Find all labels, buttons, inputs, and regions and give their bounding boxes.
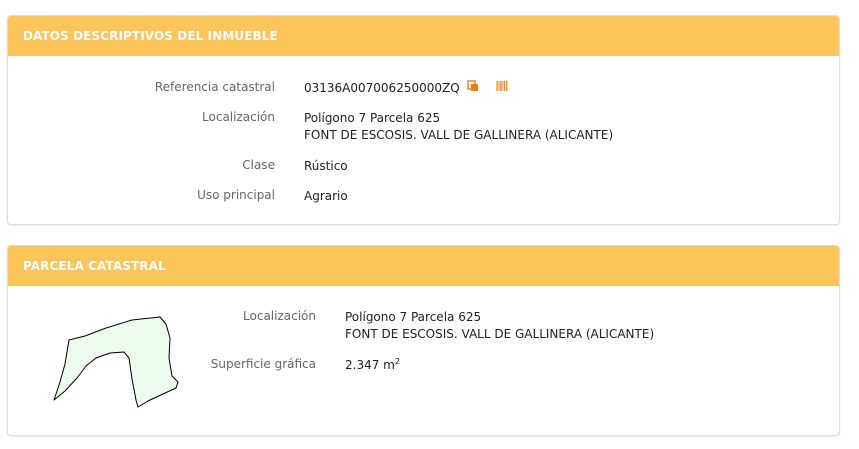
location-line-2: FONT DE ESCOSIS. VALL DE GALLINERA (ALIC… [304,128,614,142]
cadastral-parcel-panel: PARCELA CATASTRAL Localización Polígono … [7,245,840,436]
graphic-surface-exponent: 2 [394,357,400,366]
cadastral-reference-label: Referencia catastral [154,80,275,94]
cadastral-reference-value-group: 03136A007006250000ZQ [304,80,508,97]
main-use-value: Agrario [304,189,348,203]
descriptive-data-panel: DATOS DESCRIPTIVOS DEL INMUEBLE Referenc… [7,15,840,225]
class-value: Rústico [304,159,348,173]
parcel-location-line-1: Polígono 7 Parcela 625 [345,310,482,324]
parcel-location-line-2: FONT DE ESCOSIS. VALL DE GALLINERA (ALIC… [345,327,655,341]
descriptive-data-header: DATOS DESCRIPTIVOS DEL INMUEBLE [8,16,839,56]
location-value: Polígono 7 Parcela 625 FONT DE ESCOSIS. … [304,110,613,144]
graphic-surface-label: Superficie gráfica [210,357,316,371]
main-use-label: Uso principal [197,188,275,202]
location-line-1: Polígono 7 Parcela 625 [304,111,441,125]
cadastral-parcel-header: PARCELA CATASTRAL [8,246,839,286]
location-label: Localización [202,110,275,124]
class-label: Clase [242,158,275,172]
cadastral-reference-value: 03136A007006250000ZQ [304,81,460,95]
parcel-location-value: Polígono 7 Parcela 625 FONT DE ESCOSIS. … [345,309,654,343]
graphic-surface-amount: 2.347 m [345,358,395,372]
copy-icon[interactable] [466,80,479,97]
parcel-shape-image[interactable] [52,316,184,411]
graphic-surface-value: 2.347 m2 [345,357,400,374]
barcode-icon[interactable] [496,80,508,97]
parcel-location-label: Localización [243,309,316,323]
